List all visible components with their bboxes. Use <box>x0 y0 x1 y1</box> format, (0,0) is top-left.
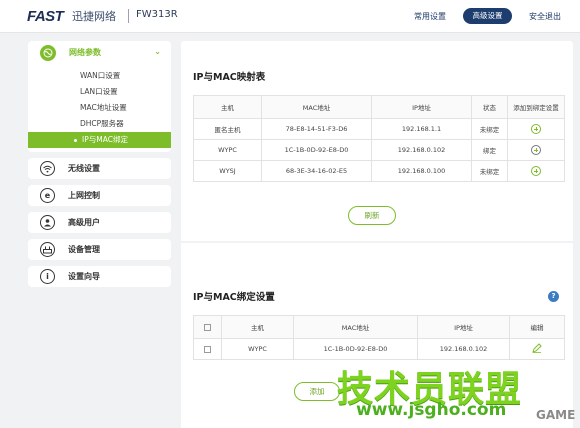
cell-add <box>507 160 565 182</box>
cell-mac: 68-3E-34-16-02-E5 <box>261 160 372 182</box>
nav-advanced-settings[interactable]: 高级设置 <box>463 8 512 24</box>
table-header-row: 主机 MAC地址 IP地址 编辑 <box>193 315 565 339</box>
col-ip: IP地址 <box>417 315 510 339</box>
cell-ip: 192.168.1.1 <box>371 118 472 140</box>
row-checkbox[interactable] <box>204 345 211 353</box>
cell-select <box>193 338 222 360</box>
table-row: WYSJ 68-3E-34-16-02-E5 192.168.0.100 未绑定 <box>193 160 565 182</box>
sidebar-item-label: 设备管理 <box>68 245 100 254</box>
cell-ip: 192.168.0.102 <box>417 338 510 360</box>
subitem-mac[interactable]: MAC地址设置 <box>28 100 171 116</box>
table-header-row: 主机 MAC地址 IP地址 状态 添加到绑定设置 <box>193 95 565 119</box>
brand-name: 迅捷网络 <box>72 10 116 23</box>
map-table-title: IP与MAC映射表 <box>193 72 266 83</box>
bind-table-title: IP与MAC绑定设置 <box>193 292 275 303</box>
help-icon[interactable]: ? <box>548 291 559 302</box>
top-bar: FAST 迅捷网络 FW313R 常用设置 高级设置 安全退出 <box>0 0 580 33</box>
col-edit: 编辑 <box>509 315 565 339</box>
table-row: 匿名主机 78-E8-14-51-F3-D6 192.168.1.1 未绑定 <box>193 118 565 140</box>
col-mac: MAC地址 <box>261 95 372 119</box>
cell-status: 未绑定 <box>471 118 508 140</box>
nav-logout[interactable]: 安全退出 <box>529 11 561 22</box>
sidebar-item-label: 无线设置 <box>68 164 100 173</box>
cell-host: WYSJ <box>193 160 262 182</box>
bind-table: 主机 MAC地址 IP地址 编辑 WYPC 1C-1B-0D-92-E8-D0 … <box>193 315 565 360</box>
sidebar-item-internet-control[interactable]: e 上网控制 <box>28 185 171 206</box>
cell-ip: 192.168.0.100 <box>371 160 472 182</box>
map-panel: IP与MAC映射表 主机 MAC地址 IP地址 状态 添加到绑定设置 匿名主机 … <box>181 41 573 241</box>
wizard-card: i 设置向导 <box>28 266 171 287</box>
subitem-lan[interactable]: LAN口设置 <box>28 84 171 100</box>
model-name: FW313R <box>136 9 178 20</box>
wifi-icon <box>40 161 55 176</box>
sidebar-item-label: 设置向导 <box>68 272 100 281</box>
globe-icon <box>40 44 56 61</box>
nav-common-settings[interactable]: 常用设置 <box>414 11 446 22</box>
info-icon: i <box>40 269 55 284</box>
col-host: 主机 <box>221 315 294 339</box>
sidebar-item-network[interactable]: 网络参数 ⌄ <box>28 41 171 64</box>
table-row: WYPC 1C-1B-0D-92-E8-D0 192.168.0.102 绑定 <box>193 139 565 161</box>
users-card: 高级用户 <box>28 212 171 233</box>
cell-edit <box>509 338 565 360</box>
cell-host: WYPC <box>193 139 262 161</box>
cell-add <box>507 139 565 161</box>
sidebar-item-setup-wizard[interactable]: i 设置向导 <box>28 266 171 287</box>
sidebar-item-device-manage[interactable]: 设备管理 <box>28 239 171 260</box>
edit-icon[interactable] <box>532 343 542 355</box>
select-all-checkbox[interactable] <box>204 323 211 331</box>
col-select <box>193 315 222 339</box>
col-status: 状态 <box>471 95 508 119</box>
sidebar-item-advanced-users[interactable]: 高级用户 <box>28 212 171 233</box>
sidebar: 网络参数 ⌄ WAN口设置 LAN口设置 MAC地址设置 DHCP服务器 IP与… <box>28 41 171 293</box>
watermark-game: GAME <box>536 408 576 422</box>
add-bind-icon[interactable] <box>531 145 541 155</box>
cell-status: 未绑定 <box>471 160 508 182</box>
users-icon <box>40 215 55 230</box>
col-mac: MAC地址 <box>293 315 418 339</box>
router-icon <box>40 242 55 257</box>
cell-ip: 192.168.0.102 <box>371 139 472 161</box>
sidebar-item-label: 高级用户 <box>68 218 100 227</box>
network-menu-card: 网络参数 ⌄ WAN口设置 LAN口设置 MAC地址设置 DHCP服务器 IP与… <box>28 41 171 152</box>
chevron-down-icon: ⌄ <box>154 47 161 56</box>
sidebar-item-label: 上网控制 <box>68 191 100 200</box>
col-host: 主机 <box>193 95 262 119</box>
internet-card: e 上网控制 <box>28 185 171 206</box>
add-button[interactable]: 添加 <box>294 382 340 401</box>
cell-host: WYPC <box>221 338 294 360</box>
table-row: WYPC 1C-1B-0D-92-E8-D0 192.168.0.102 <box>193 338 565 360</box>
col-add-bind: 添加到绑定设置 <box>507 95 565 119</box>
fast-logo: FAST <box>27 8 64 25</box>
refresh-button[interactable]: 刷新 <box>348 206 396 225</box>
cell-mac: 78-E8-14-51-F3-D6 <box>261 118 372 140</box>
col-ip: IP地址 <box>371 95 472 119</box>
device-card: 设备管理 <box>28 239 171 260</box>
cell-mac: 1C-1B-0D-92-E8-D0 <box>261 139 372 161</box>
add-bind-icon[interactable] <box>531 166 541 176</box>
add-bind-icon[interactable] <box>531 124 541 134</box>
subitem-dhcp[interactable]: DHCP服务器 <box>28 116 171 132</box>
watermark-url: www.jsgho.com <box>356 400 507 420</box>
sidebar-item-wireless[interactable]: 无线设置 <box>28 158 171 179</box>
wireless-card: 无线设置 <box>28 158 171 179</box>
cell-host: 匿名主机 <box>193 118 262 140</box>
cell-status: 绑定 <box>471 139 508 161</box>
cell-add <box>507 118 565 140</box>
internet-icon: e <box>40 188 55 203</box>
subitem-wan[interactable]: WAN口设置 <box>28 68 171 84</box>
subitem-ip-mac-bind[interactable]: IP与MAC绑定 <box>28 132 171 148</box>
sidebar-item-label: 网络参数 <box>69 48 101 57</box>
cell-mac: 1C-1B-0D-92-E8-D0 <box>293 338 418 360</box>
brand-divider <box>128 9 129 23</box>
map-table: 主机 MAC地址 IP地址 状态 添加到绑定设置 匿名主机 78-E8-14-5… <box>193 95 565 182</box>
